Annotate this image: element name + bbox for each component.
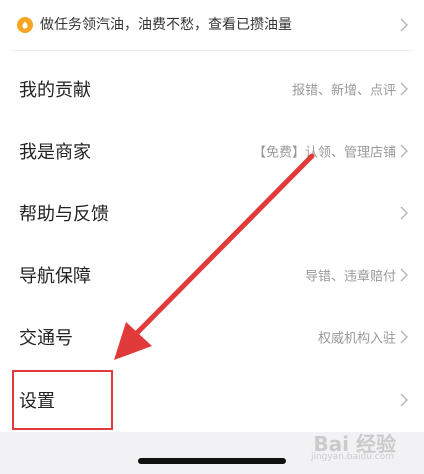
menu-item-hint: 报错、新增、点评: [291, 83, 396, 99]
menu-item-label: 交通号: [19, 328, 73, 349]
settings-highlight-box: [12, 370, 113, 430]
menu-item-hint: 导错、违章赔付: [304, 269, 396, 285]
chevron-right-icon: [400, 144, 408, 158]
banner-text: 做任务领汽油，油费不愁，查看已攒油量: [40, 17, 292, 33]
chevron-right-icon: [400, 330, 408, 344]
menu-item-hint: 【免费】认领、管理店铺: [252, 145, 396, 161]
menu-item-label: 我是商家: [19, 142, 91, 163]
fuel-task-banner[interactable]: 做任务领汽油，油费不愁，查看已攒油量: [0, 0, 424, 50]
watermark-url: jingyan.baidu.com: [310, 452, 394, 462]
divider: [12, 50, 412, 51]
menu-item-label: 我的贡献: [19, 80, 91, 101]
menu-item-hint: 权威机构入驻: [317, 331, 396, 347]
menu-item-merchant[interactable]: 我是商家 【免费】认领、管理店铺: [0, 120, 424, 182]
chevron-right-icon: [400, 206, 408, 220]
menu-item-label: 导航保障: [19, 266, 91, 287]
menu-item-help-feedback[interactable]: 帮助与反馈: [0, 182, 424, 244]
chevron-right-icon: [400, 82, 408, 96]
menu-item-my-contribution[interactable]: 我的贡献 报错、新增、点评: [0, 58, 424, 120]
menu-item-navigation-guarantee[interactable]: 导航保障 导错、违章赔付: [0, 244, 424, 306]
home-indicator[interactable]: [138, 458, 286, 464]
chevron-right-icon: [400, 393, 408, 407]
menu-item-label: 帮助与反馈: [19, 204, 109, 225]
chevron-right-icon: [400, 268, 408, 282]
chevron-right-icon: [400, 18, 408, 32]
settings-screen: 做任务领汽油，油费不愁，查看已攒油量 我的贡献 报错、新增、点评 我是商家 【免…: [0, 0, 424, 474]
coin-icon: [17, 17, 33, 33]
menu-item-traffic-account[interactable]: 交通号 权威机构入驻: [0, 306, 424, 368]
